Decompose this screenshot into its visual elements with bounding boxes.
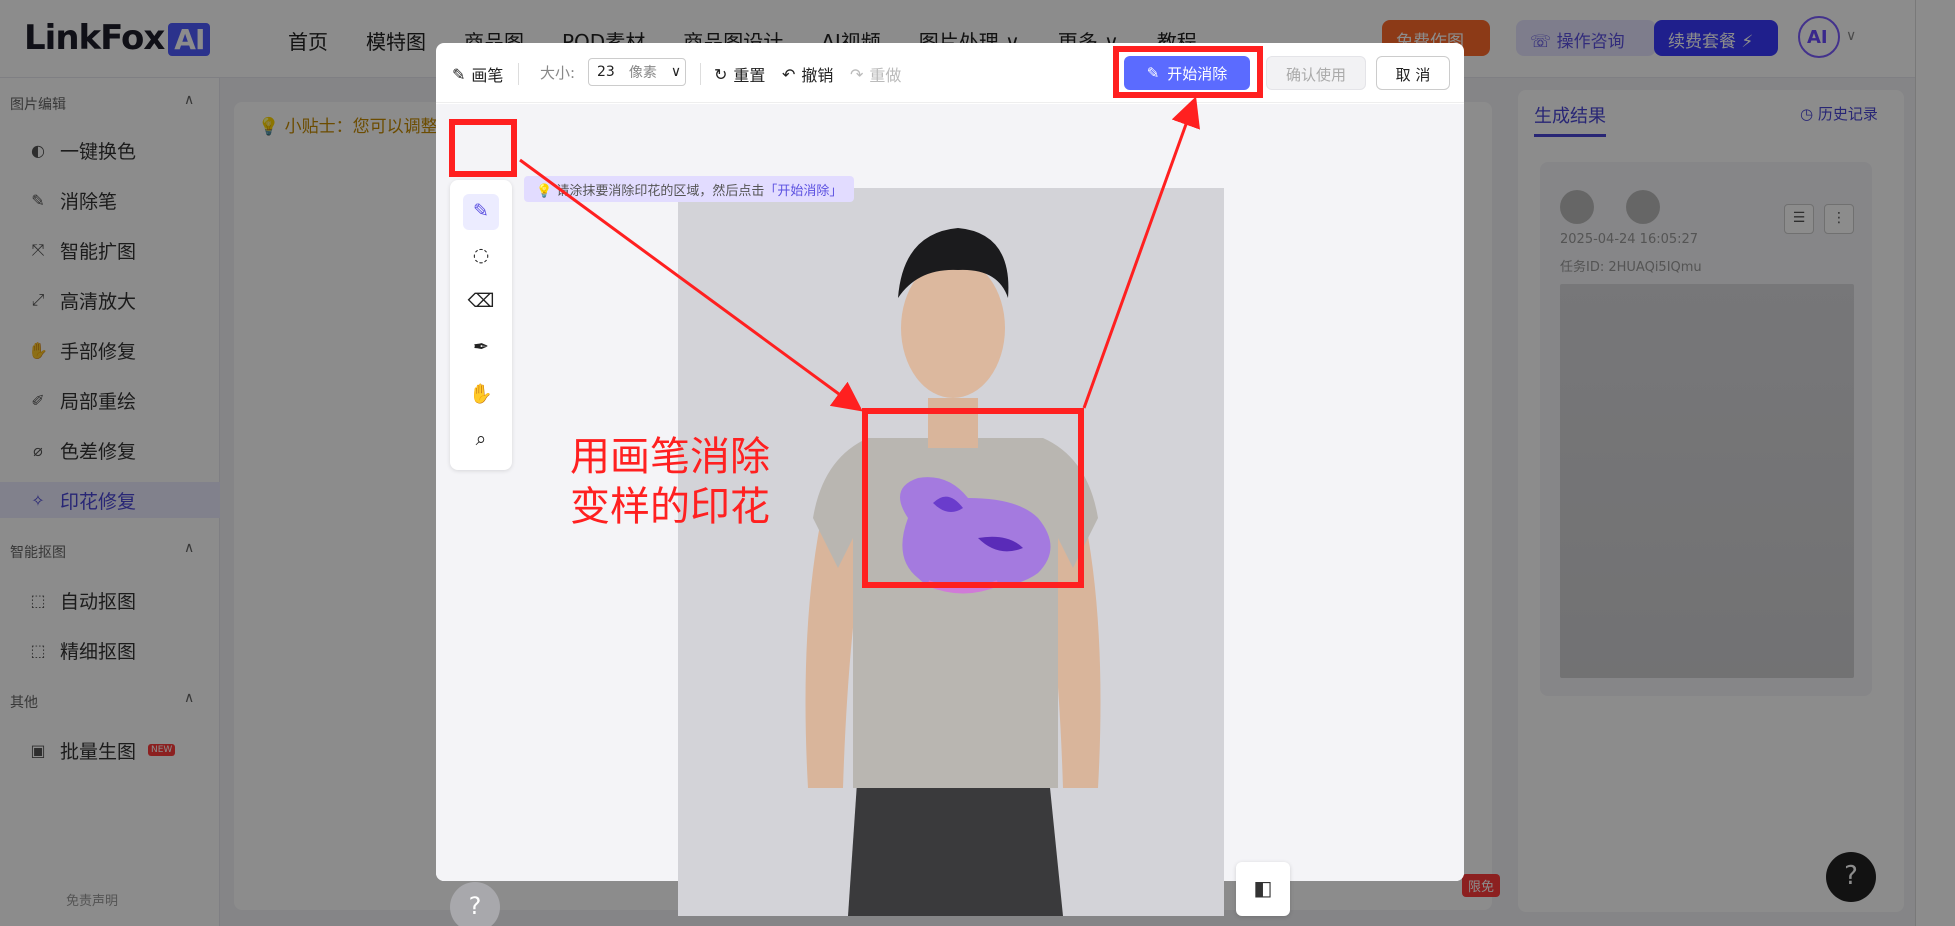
brush-icon: ✎ [452,64,466,84]
annotation-box-start [1113,46,1263,98]
zoom-icon[interactable]: ⌕ [463,422,499,458]
reset-button[interactable]: ↻ 重置 [714,62,765,86]
eraser-icon[interactable]: ⌫ [463,284,499,320]
divider [700,63,701,85]
undo-icon: ↶ [782,64,796,84]
modal-toolbar: ✎ 画笔 大小: 23 像素 ∨ ↻ 重置 ↶ 撤销 ↷ 重做 ✎ 开始消除 确认使用 取 消 [436,43,1464,103]
brush-tool-label: ✎ 画笔 [452,64,504,86]
annotation-box-brush [449,119,517,177]
confirm-use-button[interactable]: 确认使用 [1266,56,1366,90]
hand-icon[interactable]: ✋ [463,376,499,412]
bulb-icon: 💡 [536,184,557,199]
instruction-hint: 💡 请涂抹要消除印花的区域，然后点击「开始消除」 [524,176,855,202]
pen-icon[interactable]: ✒ [463,330,499,366]
chevron-down-icon: ∨ [670,64,682,80]
brush-icon[interactable]: ✎ [463,194,499,230]
size-label: 大小: [540,64,576,82]
help-icon[interactable]: ? [450,882,500,926]
redo-icon: ↷ [850,64,864,84]
lasso-icon[interactable]: ◌ [463,238,499,274]
undo-button[interactable]: ↶ 撤销 [782,62,833,86]
size-select[interactable]: 23 像素 ∨ [588,58,686,86]
cancel-button[interactable]: 取 消 [1376,56,1450,90]
tool-rail: ✎ ◌ ⌫ ✒ ✋ ⌕ [450,180,512,470]
annotation-box-print [862,408,1084,588]
divider [518,63,519,85]
annotation-text: 用画笔消除 变样的印花 [570,434,770,530]
redo-button[interactable]: ↷ 重做 [850,62,901,86]
compare-icon[interactable]: ◧ [1236,862,1290,916]
reset-icon: ↻ [714,64,728,84]
